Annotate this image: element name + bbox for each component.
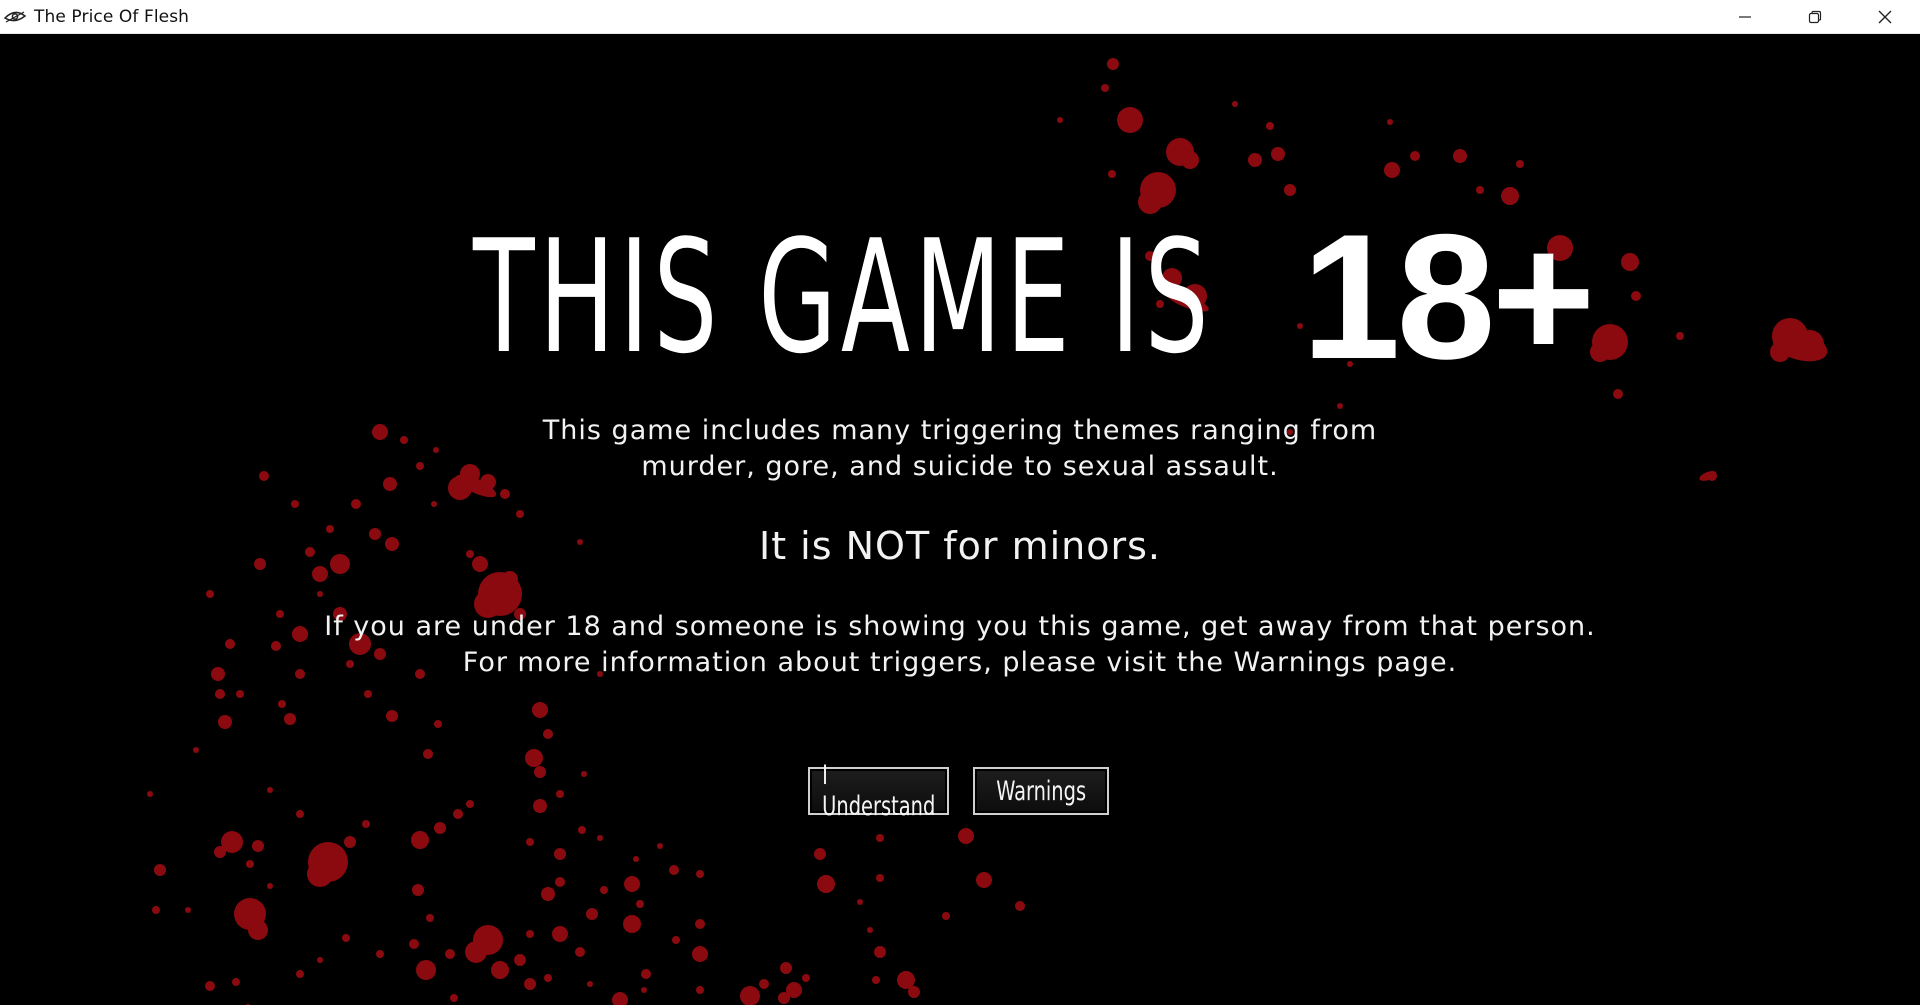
eye-icon [4, 6, 26, 28]
restore-button[interactable] [1780, 0, 1850, 34]
game-window: The Price Of Flesh THIS GAME IS 18+ This… [0, 0, 1920, 1005]
age-warning-headline: THIS GAME IS 18+ [0, 194, 1920, 399]
themes-line-1: This game includes many triggering theme… [542, 415, 1378, 446]
warnings-button[interactable]: Warnings [972, 766, 1110, 816]
window-controls [1710, 0, 1920, 34]
minimize-icon [1739, 16, 1751, 18]
close-button[interactable] [1850, 0, 1920, 34]
minors-warning: It is NOT for minors. [759, 524, 1161, 568]
title-bar[interactable]: The Price Of Flesh [0, 0, 1920, 34]
close-icon [1878, 10, 1892, 24]
game-screen: THIS GAME IS 18+ This game includes many… [0, 34, 1920, 1005]
blood-splatter-background [147, 58, 1828, 1005]
i-understand-button[interactable]: I Understand [807, 760, 950, 822]
i-understand-label: I Understand [821, 760, 936, 822]
warnings-label: Warnings [996, 775, 1086, 807]
headline-text: THIS GAME IS [472, 205, 1213, 388]
minimize-button[interactable] [1710, 0, 1780, 34]
window-title: The Price Of Flesh [34, 6, 190, 27]
safety-advice: If you are under 18 and someone is showi… [0, 609, 1920, 681]
themes-line-2: murder, gore, and suicide to sexual assa… [641, 451, 1279, 482]
safety-line-1: If you are under 18 and someone is showi… [324, 611, 1596, 642]
safety-line-2: For more information about triggers, ple… [462, 647, 1458, 678]
headline-age: 18+ [1301, 197, 1596, 396]
themes-description: This game includes many triggering theme… [0, 413, 1920, 485]
restore-icon [1808, 10, 1822, 24]
